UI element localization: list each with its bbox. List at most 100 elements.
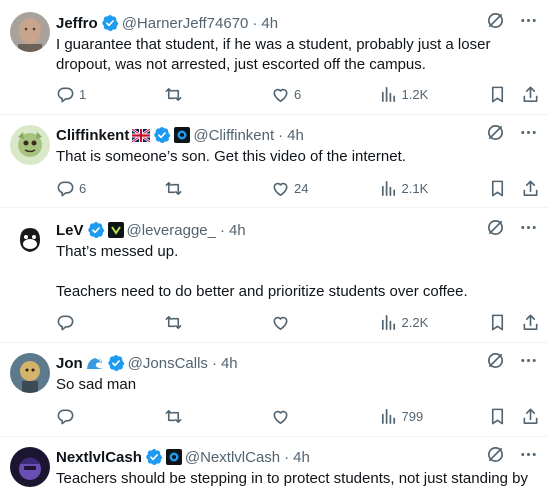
user-handle[interactable]: @HarnerJeff74670 xyxy=(122,15,249,32)
reply-button[interactable] xyxy=(56,313,164,332)
reply-icon xyxy=(56,407,75,426)
avatar[interactable] xyxy=(10,125,50,165)
share-icon xyxy=(521,85,540,104)
tweet-text: That’s messed up. Teachers need to do be… xyxy=(56,242,534,302)
like-count: 6 xyxy=(294,86,302,102)
more-options-icon[interactable] xyxy=(519,445,538,469)
display-name[interactable]: Jon xyxy=(56,355,83,372)
like-icon xyxy=(271,85,290,104)
more-options-icon[interactable] xyxy=(519,11,538,35)
bookmark-button[interactable] xyxy=(488,313,507,332)
retweet-button[interactable] xyxy=(164,313,272,332)
share-button[interactable] xyxy=(521,313,540,332)
timestamp[interactable]: 4h xyxy=(287,127,304,144)
tweet-text: So sad man xyxy=(56,375,534,395)
reply-tweet[interactable]: Cliffinkent @Cliffinkent · 4h That is so… xyxy=(0,115,548,208)
wave-emoji-icon xyxy=(86,355,104,371)
display-name[interactable]: NextlvlCash xyxy=(56,449,142,466)
reply-count: 6 xyxy=(79,180,87,196)
retweet-button[interactable] xyxy=(164,407,272,426)
views-icon xyxy=(379,407,398,426)
separator-dot: · xyxy=(284,448,290,466)
like-button[interactable] xyxy=(271,407,379,426)
grok-icon[interactable] xyxy=(486,123,505,147)
like-button[interactable] xyxy=(271,313,379,332)
action-bar: 799 xyxy=(56,406,540,426)
timestamp[interactable]: 4h xyxy=(221,355,238,372)
like-button[interactable]: 24 xyxy=(271,179,379,198)
views-button[interactable]: 2.1K xyxy=(379,179,488,198)
display-name[interactable]: Cliffinkent xyxy=(56,127,129,144)
avatar[interactable] xyxy=(10,447,50,487)
tweet-header-actions xyxy=(486,13,538,33)
reply-icon xyxy=(56,85,75,104)
affiliate-badge-icon xyxy=(174,127,191,143)
uk-flag-icon xyxy=(132,128,151,142)
avatar[interactable] xyxy=(10,220,50,260)
display-name[interactable]: LeV xyxy=(56,222,84,239)
view-count: 799 xyxy=(401,408,424,424)
tweet-header-actions xyxy=(486,125,538,145)
reply-button[interactable]: 1 xyxy=(56,85,164,104)
bookmark-icon xyxy=(488,407,507,426)
reply-button[interactable] xyxy=(56,407,164,426)
user-handle[interactable]: @Cliffinkent xyxy=(193,127,274,144)
retweet-icon xyxy=(164,407,183,426)
timestamp[interactable]: 4h xyxy=(293,449,310,466)
more-options-icon[interactable] xyxy=(519,123,538,147)
action-bar: 2.2K xyxy=(56,312,540,332)
bookmark-button[interactable] xyxy=(488,407,507,426)
timestamp[interactable]: 4h xyxy=(229,222,246,239)
reply-tweet[interactable]: Jon @JonsCalls · 4h So sad man 799 xyxy=(0,343,548,437)
views-button[interactable]: 1.2K xyxy=(379,85,488,104)
timestamp[interactable]: 4h xyxy=(261,15,278,32)
user-handle[interactable]: @JonsCalls xyxy=(128,355,208,372)
reply-button[interactable]: 6 xyxy=(56,179,164,198)
avatar[interactable] xyxy=(10,353,50,393)
views-icon xyxy=(379,85,398,104)
tweet-text-line: That is someone’s son. Get this video of… xyxy=(56,148,406,165)
reply-tweet[interactable]: LeV @leveragge_ · 4h That’s messed up. T… xyxy=(0,208,548,343)
tweet-text: Teachers should be stepping in to protec… xyxy=(56,469,534,489)
share-icon xyxy=(521,407,540,426)
tweet-text-line: Teachers should be stepping in to protec… xyxy=(56,470,528,487)
share-button[interactable] xyxy=(521,179,540,198)
tweet-header-actions xyxy=(486,353,538,373)
views-icon xyxy=(379,313,398,332)
like-icon xyxy=(271,179,290,198)
grok-icon[interactable] xyxy=(486,445,505,469)
tweet-header-actions xyxy=(486,220,538,240)
grok-icon[interactable] xyxy=(486,218,505,242)
more-options-icon[interactable] xyxy=(519,351,538,375)
retweet-icon xyxy=(164,313,183,332)
like-button[interactable]: 6 xyxy=(271,85,379,104)
reply-count: 1 xyxy=(79,86,87,102)
tweet-header-actions xyxy=(486,447,538,467)
retweet-button[interactable] xyxy=(164,85,272,104)
tweet-header: LeV @leveragge_ · 4h xyxy=(56,220,548,240)
grok-icon[interactable] xyxy=(486,11,505,35)
share-button[interactable] xyxy=(521,85,540,104)
display-name[interactable]: Jeffro xyxy=(56,15,98,32)
avatar[interactable] xyxy=(10,12,50,52)
reply-tweet[interactable]: NextlvlCash @NextlvlCash · 4h Teachers s… xyxy=(0,437,548,496)
like-count: 24 xyxy=(294,180,309,196)
retweet-button[interactable] xyxy=(164,179,272,198)
verified-icon xyxy=(87,221,105,239)
user-handle[interactable]: @NextlvlCash xyxy=(185,449,280,466)
separator-dot: · xyxy=(211,354,217,372)
tweet-header: NextlvlCash @NextlvlCash · 4h xyxy=(56,447,548,467)
bookmark-button[interactable] xyxy=(488,179,507,198)
user-handle[interactable]: @leveragge_ xyxy=(127,222,216,239)
view-count: 1.2K xyxy=(401,86,429,102)
bookmark-button[interactable] xyxy=(488,85,507,104)
views-button[interactable]: 799 xyxy=(379,407,488,426)
more-options-icon[interactable] xyxy=(519,218,538,242)
grok-icon[interactable] xyxy=(486,351,505,375)
views-button[interactable]: 2.2K xyxy=(379,313,488,332)
views-icon xyxy=(379,179,398,198)
reply-tweet[interactable]: Jeffro @HarnerJeff74670 · 4h I guarantee… xyxy=(0,0,548,115)
tweet-text: I guarantee that student, if he was a st… xyxy=(56,35,534,75)
separator-dot: · xyxy=(278,126,284,144)
share-button[interactable] xyxy=(521,407,540,426)
